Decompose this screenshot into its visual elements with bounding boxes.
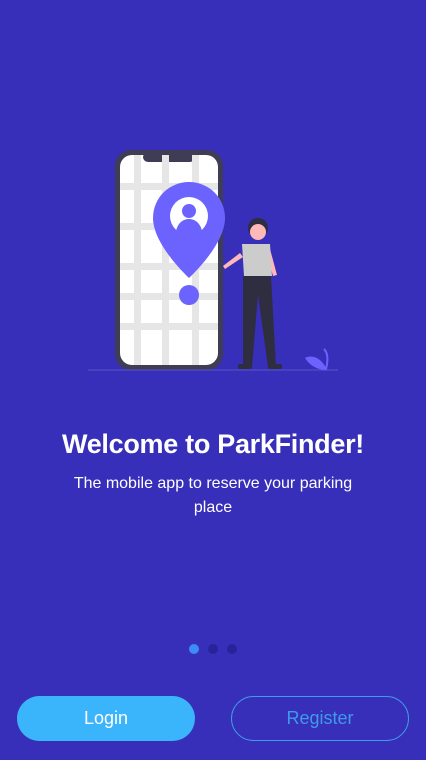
onboarding-screen: Welcome to ParkFinder! The mobile app to… [0,0,426,760]
plant-icon [305,348,329,370]
welcome-title: Welcome to ParkFinder! [62,429,364,459]
page-dot-1[interactable] [189,644,199,654]
welcome-subtitle: The mobile app to reserve your parking p… [73,475,353,516]
pagination-dots [0,644,426,654]
parking-app-illustration [88,150,338,371]
login-button[interactable]: Login [17,696,195,741]
page-dot-2[interactable] [208,644,218,654]
phone-icon [115,150,223,370]
register-button[interactable]: Register [231,696,409,741]
person-icon [223,218,282,369]
page-dot-3[interactable] [227,644,237,654]
